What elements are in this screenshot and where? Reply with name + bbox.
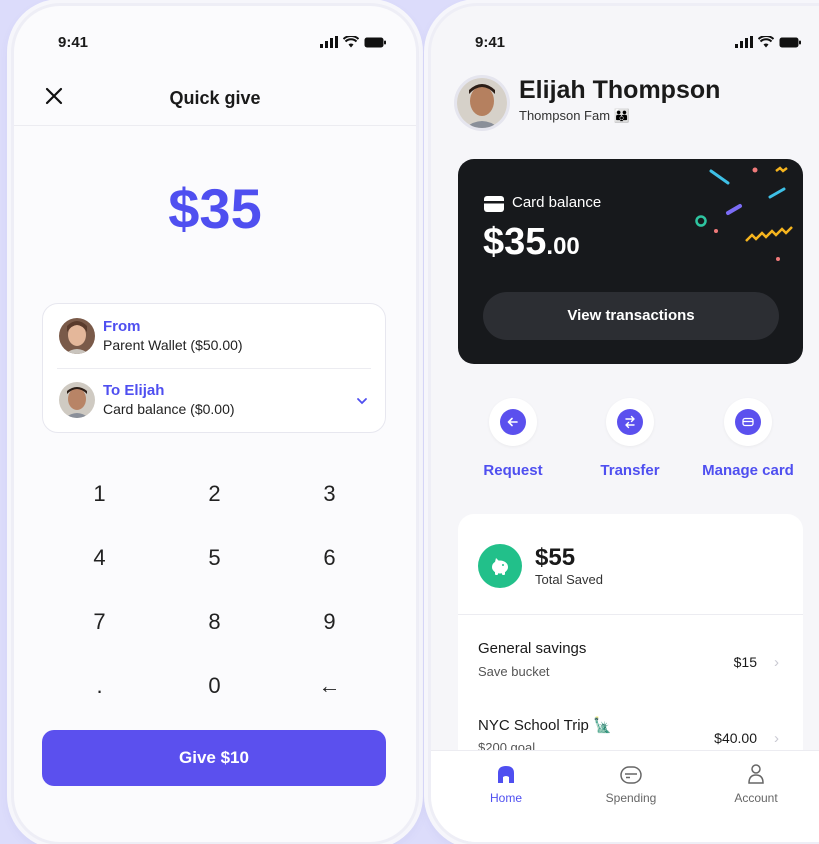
bucket-amount: $40.00 — [714, 730, 757, 746]
tab-home[interactable]: Home — [461, 761, 551, 805]
tab-account-label: Account — [734, 791, 778, 805]
transfer-parties-card: From Parent Wallet ($50.00) To Elijah Ca… — [42, 303, 386, 433]
card-balance-panel: Card balance $35.00 View transactions — [458, 159, 803, 364]
profile-avatar[interactable] — [457, 78, 507, 128]
bucket-name: NYC School Trip 🗽 — [478, 717, 612, 734]
home-icon — [498, 766, 514, 783]
key-6[interactable]: 6 — [272, 532, 387, 584]
arrow-left-icon — [507, 417, 518, 427]
signal-icon — [735, 36, 753, 48]
transfer-icon — [625, 415, 635, 429]
divider — [57, 368, 371, 369]
quick-give-screen: 9:41 Quick give $35 From Parent Wallet (… — [14, 6, 416, 842]
request-action[interactable]: Request — [458, 398, 568, 479]
tab-home-label: Home — [489, 791, 522, 805]
status-time: 9:41 — [58, 34, 89, 51]
transfer-button[interactable] — [606, 398, 654, 446]
piggy-bank-icon — [478, 544, 522, 588]
battery-icon — [779, 37, 801, 47]
key-0[interactable]: 0 — [157, 660, 272, 712]
savings-bucket-general[interactable]: General savings Save bucket $15 › — [478, 640, 783, 690]
from-value: Parent Wallet ($50.00) — [103, 337, 243, 353]
key-1[interactable]: 1 — [42, 468, 157, 520]
home-screen: 9:41 Elijah Thompson Thompson Fam 👪 Card… — [431, 6, 819, 842]
profile-name: Elijah Thompson — [519, 76, 721, 104]
signal-icon — [320, 36, 338, 48]
status-icons — [735, 36, 801, 48]
card-icon — [484, 196, 504, 212]
chevron-right-icon: › — [774, 654, 779, 671]
to-value: Card balance ($0.00) — [103, 401, 235, 417]
total-saved-label: Total Saved — [535, 572, 603, 587]
wifi-icon — [343, 36, 359, 48]
total-saved-value: $55 — [535, 544, 576, 571]
key-3[interactable]: 3 — [272, 468, 387, 520]
wifi-icon — [758, 36, 774, 48]
page-title: Quick give — [169, 88, 261, 108]
request-label: Request — [483, 462, 543, 479]
card-icon — [742, 417, 754, 427]
bucket-name: General savings — [478, 640, 587, 657]
key-5[interactable]: 5 — [157, 532, 272, 584]
key-7[interactable]: 7 — [42, 596, 157, 648]
key-4[interactable]: 4 — [42, 532, 157, 584]
backspace-key[interactable]: ← — [272, 660, 387, 712]
tab-account[interactable]: Account — [711, 761, 801, 805]
profile-family: Thompson Fam 👪 — [519, 108, 630, 123]
status-bar: 9:41 — [431, 32, 819, 56]
from-label: From — [103, 318, 141, 335]
status-time: 9:41 — [475, 34, 506, 51]
from-row: From Parent Wallet ($50.00) — [57, 314, 371, 368]
manage-card-action[interactable]: Manage card — [693, 398, 803, 479]
bucket-sub: Save bucket — [478, 664, 550, 679]
manage-card-button[interactable] — [724, 398, 772, 446]
parent-avatar — [59, 318, 95, 354]
tab-spending-label: Spending — [605, 791, 657, 805]
manage-card-label: Manage card — [702, 462, 794, 479]
key-decimal[interactable]: . — [42, 660, 157, 712]
status-bar: 9:41 — [14, 32, 416, 56]
key-8[interactable]: 8 — [157, 596, 272, 648]
card-balance-label: Card balance — [512, 194, 602, 211]
chevron-right-icon: › — [774, 730, 779, 747]
card-balance-cents: .00 — [546, 233, 580, 260]
child-avatar — [59, 382, 95, 418]
person-icon — [748, 764, 764, 784]
card-balance-value: $35.00 — [483, 221, 580, 264]
to-label: To Elijah — [103, 382, 165, 399]
request-button[interactable] — [489, 398, 537, 446]
chevron-down-icon[interactable] — [355, 394, 369, 408]
bucket-amount: $15 — [733, 654, 757, 670]
view-transactions-button[interactable]: View transactions — [483, 292, 779, 340]
battery-icon — [364, 37, 386, 47]
to-row[interactable]: To Elijah Card balance ($0.00) — [57, 378, 371, 432]
transfer-label: Transfer — [600, 462, 660, 479]
key-2[interactable]: 2 — [157, 468, 272, 520]
give-button[interactable]: Give $10 — [42, 730, 386, 786]
key-9[interactable]: 9 — [272, 596, 387, 648]
transfer-action[interactable]: Transfer — [575, 398, 685, 479]
tab-spending[interactable]: Spending — [586, 761, 676, 805]
bottom-tab-bar: Home Spending Account — [431, 750, 819, 842]
card-icon — [620, 766, 642, 784]
quick-give-header: Quick give — [14, 76, 416, 126]
status-icons — [320, 36, 386, 48]
card-balance-dollars: $35 — [483, 221, 547, 263]
give-amount: $35 — [168, 177, 262, 240]
divider — [458, 614, 803, 615]
